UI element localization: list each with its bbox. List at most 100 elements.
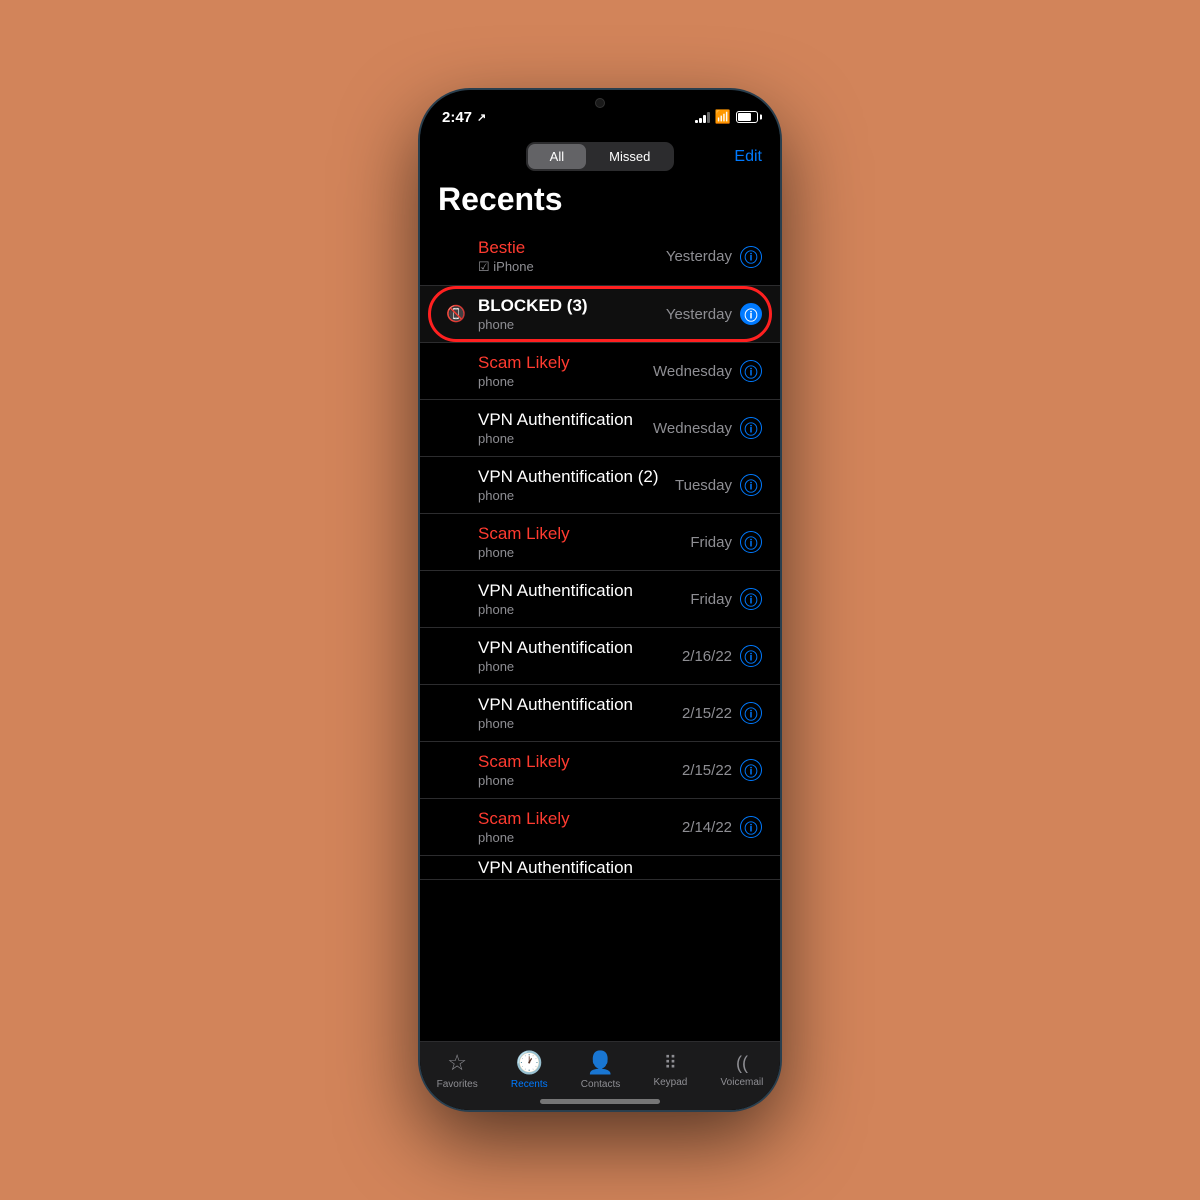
info-button[interactable]: ⓘ <box>740 702 762 724</box>
call-date: Yesterday <box>666 248 732 265</box>
info-button[interactable]: ⓘ <box>740 360 762 382</box>
call-sub: phone <box>478 374 653 389</box>
call-info: Scam Likely phone <box>474 809 682 845</box>
info-button[interactable]: ⓘ <box>740 816 762 838</box>
call-right: 2/16/22 ⓘ <box>682 645 762 667</box>
call-name: VPN Authentification <box>478 410 653 430</box>
location-arrow-icon: ↗ <box>477 111 486 124</box>
call-sub: phone <box>478 659 682 674</box>
wifi-icon: 📶 <box>715 109 731 125</box>
call-date: Yesterday <box>666 306 732 323</box>
segment-bar: All Missed Edit <box>420 134 780 177</box>
call-item-blocked[interactable]: 📵 BLOCKED (3) phone Yesterday ⓘ <box>420 286 780 343</box>
call-date: 2/14/22 <box>682 819 732 836</box>
call-item-vpn-partial[interactable]: VPN Authentification <box>420 856 780 880</box>
status-time-area: 2:47 ↗ <box>442 109 486 126</box>
call-item-scam-friday[interactable]: Scam Likely phone Friday ⓘ <box>420 514 780 571</box>
call-name: VPN Authentification <box>478 638 682 658</box>
info-button[interactable]: ⓘ <box>740 645 762 667</box>
contacts-icon: 👤 <box>587 1050 614 1076</box>
screen-content: All Missed Edit Recents Bestie ☑ iPhone <box>420 134 780 1110</box>
tab-favorites[interactable]: ☆ Favorites <box>437 1050 478 1090</box>
call-item-vpn-tuesday[interactable]: VPN Authentification (2) phone Tuesday ⓘ <box>420 457 780 514</box>
info-button[interactable]: ⓘ <box>740 588 762 610</box>
page-background: 2:47 ↗ 📶 <box>0 0 1200 1200</box>
call-date: 2/15/22 <box>682 705 732 722</box>
call-right: Tuesday ⓘ <box>675 474 762 496</box>
info-button[interactable]: ⓘ <box>740 759 762 781</box>
favorites-icon: ☆ <box>447 1050 467 1076</box>
call-date: Friday <box>690 534 732 551</box>
notch <box>525 90 675 118</box>
call-info: Scam Likely phone <box>474 752 682 788</box>
tab-contacts[interactable]: 👤 Contacts <box>581 1050 620 1090</box>
info-button-blocked[interactable]: ⓘ <box>740 303 762 325</box>
phone-outer: 2:47 ↗ 📶 <box>420 90 780 1110</box>
call-name: Scam Likely <box>478 524 690 544</box>
call-name: Scam Likely <box>478 353 653 373</box>
info-button[interactable]: ⓘ <box>740 417 762 439</box>
recents-icon: 🕐 <box>516 1050 543 1076</box>
segment-missed[interactable]: Missed <box>587 144 672 169</box>
call-info: VPN Authentification (2) phone <box>474 467 675 503</box>
recents-title: Recents <box>420 177 780 228</box>
call-name: Scam Likely <box>478 809 682 829</box>
voicemail-label: Voicemail <box>721 1077 764 1088</box>
segment-all[interactable]: All <box>528 144 586 169</box>
call-sub: ☑ iPhone <box>478 259 666 275</box>
call-info: VPN Authentification phone <box>474 410 653 446</box>
edit-button[interactable]: Edit <box>734 148 762 166</box>
battery-fill <box>738 113 751 121</box>
notch-camera <box>595 98 605 108</box>
call-right: Yesterday ⓘ <box>666 246 762 268</box>
call-info: VPN Authentification phone <box>474 581 690 617</box>
call-sub: phone <box>478 317 666 332</box>
tab-keypad[interactable]: ⠿ Keypad <box>653 1053 687 1088</box>
call-item-vpn-215[interactable]: VPN Authentification phone 2/15/22 ⓘ <box>420 685 780 742</box>
call-info: Bestie ☑ iPhone <box>474 238 666 275</box>
info-button[interactable]: ⓘ <box>740 531 762 553</box>
blocked-phone-icon: 📵 <box>446 304 466 324</box>
home-indicator <box>540 1099 660 1104</box>
keypad-label: Keypad <box>653 1077 687 1088</box>
call-date: 2/16/22 <box>682 648 732 665</box>
signal-icon <box>695 112 710 123</box>
call-name: VPN Authentification <box>478 695 682 715</box>
call-item-vpn-friday[interactable]: VPN Authentification phone Friday ⓘ <box>420 571 780 628</box>
call-item-vpn-wednesday[interactable]: VPN Authentification phone Wednesday ⓘ <box>420 400 780 457</box>
call-right: Wednesday ⓘ <box>653 417 762 439</box>
call-info: VPN Authentification <box>474 858 762 878</box>
call-right: 2/14/22 ⓘ <box>682 816 762 838</box>
call-name: Scam Likely <box>478 752 682 772</box>
call-right: Wednesday ⓘ <box>653 360 762 382</box>
call-item-scam-215[interactable]: Scam Likely phone 2/15/22 ⓘ <box>420 742 780 799</box>
call-sub: phone <box>478 602 690 617</box>
tab-recents[interactable]: 🕐 Recents <box>511 1050 548 1090</box>
call-sub: phone <box>478 716 682 731</box>
call-name: Bestie <box>478 238 666 258</box>
call-right: 2/15/22 ⓘ <box>682 759 762 781</box>
call-item-scam-214[interactable]: Scam Likely phone 2/14/22 ⓘ <box>420 799 780 856</box>
battery-icon <box>736 111 758 123</box>
call-sub: phone <box>478 488 675 503</box>
call-info: VPN Authentification phone <box>474 695 682 731</box>
call-info: BLOCKED (3) phone <box>474 296 666 332</box>
status-time: 2:47 <box>442 109 472 126</box>
tab-voicemail[interactable]: (( Voicemail <box>721 1053 764 1088</box>
voicemail-icon: (( <box>736 1053 748 1074</box>
call-item-vpn-216[interactable]: VPN Authentification phone 2/16/22 ⓘ <box>420 628 780 685</box>
call-name: VPN Authentification (2) <box>478 467 675 487</box>
call-sub: phone <box>478 431 653 446</box>
info-button[interactable]: ⓘ <box>740 474 762 496</box>
call-sub: phone <box>478 830 682 845</box>
call-item-scam-wednesday[interactable]: Scam Likely phone Wednesday ⓘ <box>420 343 780 400</box>
call-right: Yesterday ⓘ <box>666 303 762 325</box>
call-date: Tuesday <box>675 477 732 494</box>
call-date: Friday <box>690 591 732 608</box>
call-right: 2/15/22 ⓘ <box>682 702 762 724</box>
call-item-bestie[interactable]: Bestie ☑ iPhone Yesterday ⓘ <box>420 228 780 286</box>
call-date: Wednesday <box>653 363 732 380</box>
call-info: Scam Likely phone <box>474 524 690 560</box>
contacts-label: Contacts <box>581 1079 620 1090</box>
info-button[interactable]: ⓘ <box>740 246 762 268</box>
